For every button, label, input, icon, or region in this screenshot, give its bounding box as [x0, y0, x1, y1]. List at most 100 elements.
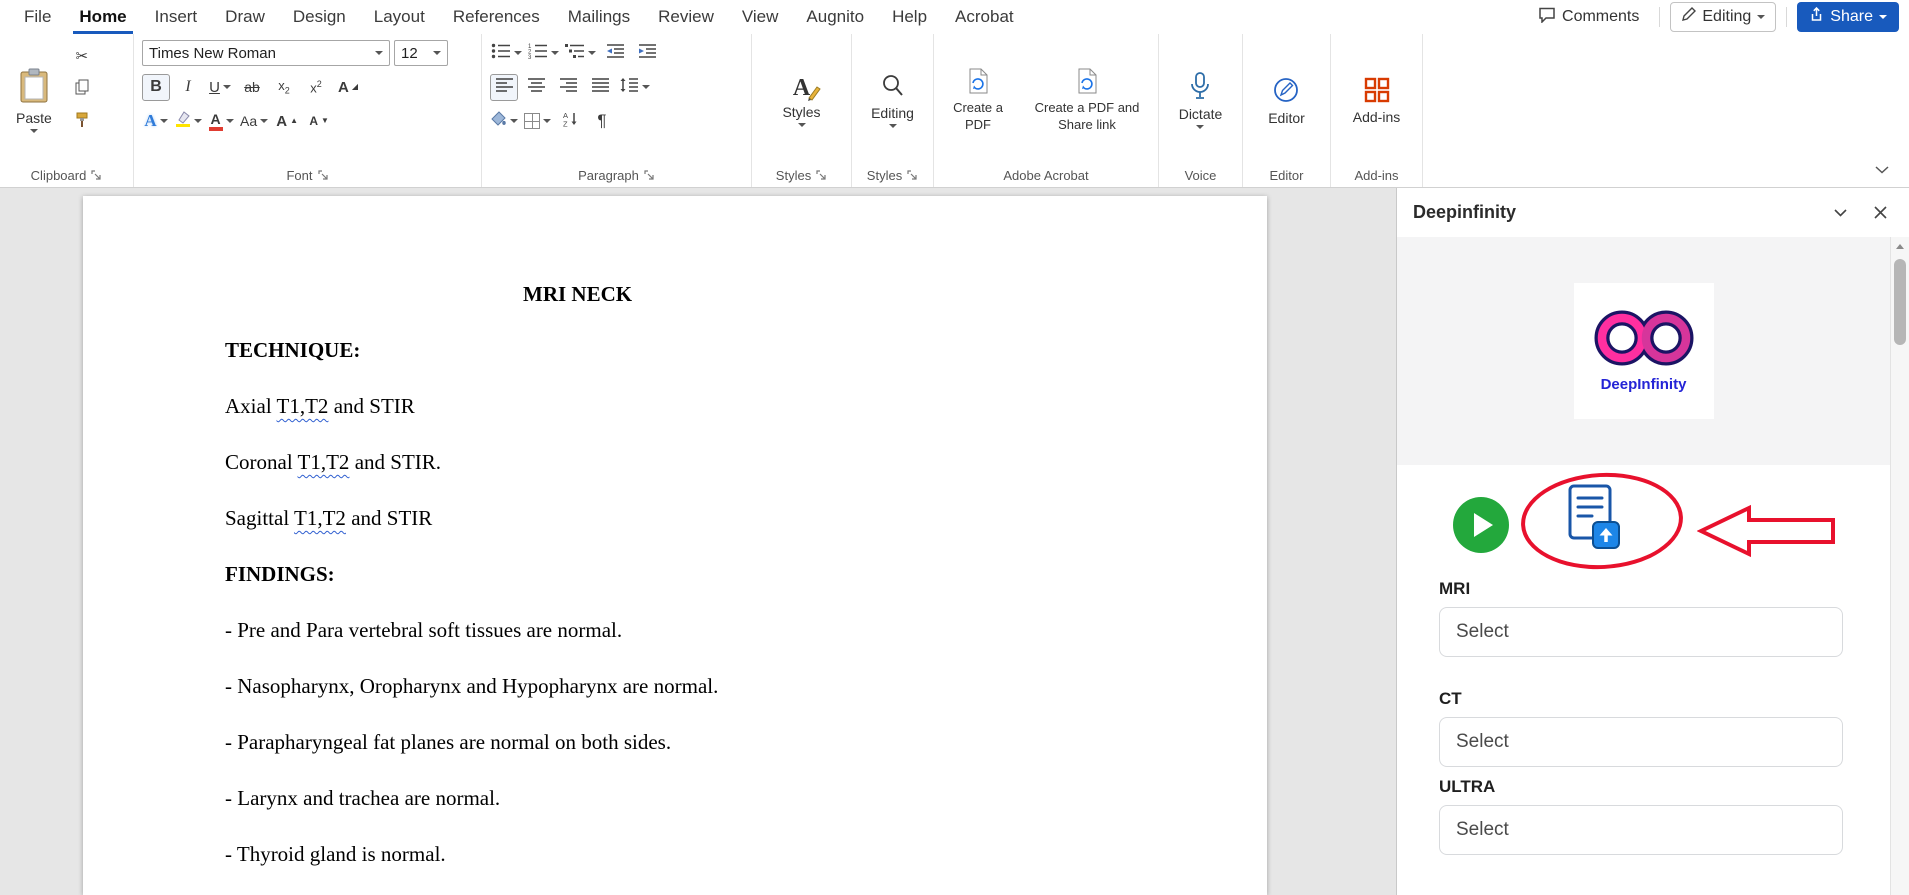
clear-formatting-button[interactable]: A◢: [334, 74, 362, 101]
shading-button[interactable]: [490, 108, 519, 135]
editing-menu-label: Editing: [871, 105, 914, 121]
chevron-down-icon: [1879, 15, 1887, 19]
tab-home[interactable]: Home: [65, 0, 140, 34]
dialog-launcher-icon[interactable]: [644, 170, 655, 181]
change-case-button[interactable]: Aa: [239, 108, 269, 135]
tab-references[interactable]: References: [439, 0, 554, 34]
editing-mode-label: Editing: [1702, 8, 1751, 26]
underline-label: U: [209, 79, 220, 96]
show-marks-button[interactable]: ¶: [588, 108, 616, 135]
tab-augnito[interactable]: Augnito: [792, 0, 878, 34]
font-color-button[interactable]: A: [207, 108, 235, 135]
shrink-font-button[interactable]: A▼: [305, 108, 333, 135]
dialog-launcher-icon[interactable]: [907, 170, 918, 181]
sort-button[interactable]: AZ: [556, 108, 584, 135]
collapse-ribbon-button[interactable]: [1875, 161, 1889, 179]
dictate-button[interactable]: Dictate: [1171, 38, 1231, 163]
tab-design[interactable]: Design: [279, 0, 360, 34]
chevron-down-icon: [223, 85, 231, 89]
tab-help[interactable]: Help: [878, 0, 941, 34]
create-pdf-share-button[interactable]: Create a PDF and Share link: [1024, 38, 1150, 163]
text-effects-button[interactable]: A: [142, 108, 170, 135]
addins-button[interactable]: Add-ins: [1345, 38, 1408, 163]
magnifier-icon: [881, 73, 905, 102]
font-name-combo[interactable]: Times New Roman: [142, 40, 390, 66]
subscript-button[interactable]: x2: [270, 74, 298, 101]
tab-view[interactable]: View: [728, 0, 793, 34]
clipboard-icon: [19, 68, 49, 107]
group-label-styles-2: Styles: [867, 168, 902, 183]
highlight-button[interactable]: [174, 108, 203, 135]
create-pdf-button[interactable]: Create a PDF: [942, 38, 1014, 163]
editor-button[interactable]: Editor: [1260, 38, 1313, 163]
mri-select[interactable]: Select: [1439, 607, 1843, 657]
paste-button[interactable]: Paste: [8, 38, 60, 163]
styles-button[interactable]: A Styles: [774, 38, 828, 163]
doc-heading-technique: TECHNIQUE:: [225, 322, 1207, 378]
font-size-combo[interactable]: 12: [394, 40, 448, 66]
ultra-select[interactable]: Select: [1439, 805, 1843, 855]
document-page[interactable]: MRI NECK TECHNIQUE: Axial T1,T2 and STIR…: [83, 196, 1267, 895]
comments-icon: [1538, 7, 1556, 28]
tab-layout[interactable]: Layout: [360, 0, 439, 34]
upload-report-button[interactable]: [1555, 481, 1631, 562]
panel-title: Deepinfinity: [1413, 202, 1813, 223]
editing-menu-button[interactable]: Editing: [863, 38, 922, 163]
play-button[interactable]: [1453, 497, 1509, 553]
panel-scrollbar[interactable]: [1890, 237, 1909, 895]
underline-button[interactable]: U: [206, 74, 234, 101]
tab-insert[interactable]: Insert: [141, 0, 212, 34]
grow-font-button[interactable]: A▲: [273, 108, 301, 135]
triangle-up-icon: [1896, 244, 1904, 249]
multilevel-list-button[interactable]: [564, 40, 597, 67]
tab-acrobat[interactable]: Acrobat: [941, 0, 1028, 34]
tab-review[interactable]: Review: [644, 0, 728, 34]
ct-select[interactable]: Select: [1439, 717, 1843, 767]
doc-finding-4: - Larynx and trachea are normal.: [225, 770, 1207, 826]
pencil-icon: [1681, 7, 1696, 27]
decrease-indent-button[interactable]: [601, 40, 629, 67]
editing-mode-button[interactable]: Editing: [1670, 2, 1776, 32]
group-editor: Editor Editor: [1243, 34, 1331, 187]
comments-button[interactable]: Comments: [1528, 3, 1649, 32]
ultra-select-value: Select: [1456, 819, 1509, 841]
align-left-button[interactable]: [490, 74, 518, 101]
menu-bar: File Home Insert Draw Design Layout Refe…: [0, 0, 1909, 34]
italic-button[interactable]: I: [174, 74, 202, 101]
divider: [1659, 7, 1660, 27]
line-spacing-button[interactable]: [618, 74, 651, 101]
tab-file[interactable]: File: [10, 0, 65, 34]
group-label-paragraph: Paragraph: [578, 168, 639, 183]
scroll-up-button[interactable]: [1891, 237, 1909, 255]
dialog-launcher-icon[interactable]: [318, 170, 329, 181]
pdf-file-icon: [966, 68, 990, 97]
increase-indent-button[interactable]: [633, 40, 661, 67]
align-right-button[interactable]: [554, 74, 582, 101]
numbering-button[interactable]: 123: [527, 40, 560, 67]
chevron-down-icon: [194, 119, 202, 123]
align-center-button[interactable]: [522, 74, 550, 101]
strikethrough-button[interactable]: ab: [238, 74, 266, 101]
logo-zone: DeepInfinity: [1397, 237, 1890, 465]
borders-button[interactable]: [523, 108, 552, 135]
bullets-button[interactable]: [490, 40, 523, 67]
tab-mailings[interactable]: Mailings: [554, 0, 644, 34]
bold-button[interactable]: B: [142, 74, 170, 101]
dialog-launcher-icon[interactable]: [91, 170, 102, 181]
tab-draw[interactable]: Draw: [211, 0, 279, 34]
copy-button[interactable]: [68, 75, 96, 102]
change-case-label: Aa: [240, 113, 257, 129]
share-button[interactable]: Share: [1797, 2, 1899, 32]
share-label: Share: [1830, 8, 1873, 26]
group-label-adobe-acrobat: Adobe Acrobat: [1003, 168, 1088, 183]
sort-az-icon: AZ: [562, 111, 579, 131]
dialog-launcher-icon[interactable]: [816, 170, 827, 181]
cut-button[interactable]: ✂: [68, 42, 96, 69]
panel-collapse-button[interactable]: [1827, 200, 1853, 226]
superscript-button[interactable]: x2: [302, 74, 330, 101]
doc-line-technique-2: Coronal T1,T2 and STIR.: [225, 434, 1207, 490]
scrollbar-thumb[interactable]: [1894, 259, 1906, 345]
format-painter-button[interactable]: [68, 108, 96, 135]
panel-close-button[interactable]: [1867, 200, 1893, 226]
justify-button[interactable]: [586, 74, 614, 101]
